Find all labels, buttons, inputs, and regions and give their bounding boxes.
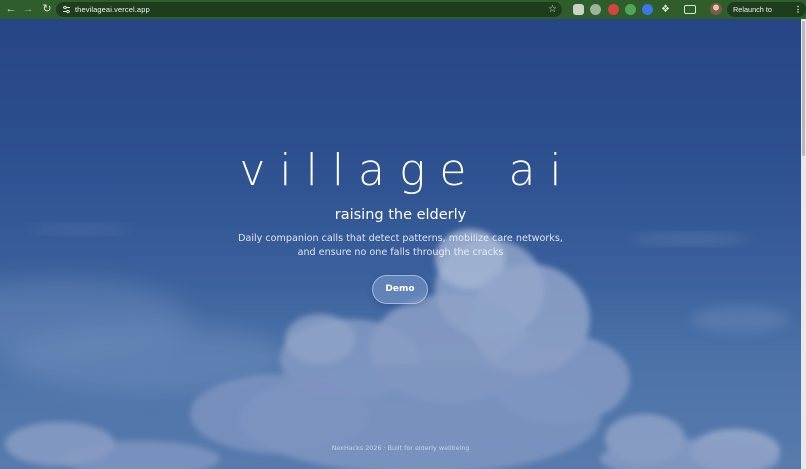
hero-section: village ai raising the elderly Daily com…	[0, 19, 801, 469]
hero-subtitle: raising the elderly	[334, 207, 467, 223]
back-arrow-icon[interactable]: ←	[3, 2, 19, 18]
extension-icon[interactable]	[573, 4, 584, 15]
hero-description-line: Daily companion calls that detect patter…	[238, 233, 563, 244]
reload-icon[interactable]: ↻	[39, 2, 55, 18]
browser-toolbar: ← → ↻ thevilageai.vercel.app ☆ ❖ Relaunc…	[0, 0, 806, 29]
footer-text: NexHacks 2026 · Built for elderly wellbe…	[331, 444, 470, 452]
relaunch-button[interactable]: Relaunch to update ⋮	[727, 2, 806, 29]
site-settings-icon[interactable]	[61, 5, 71, 15]
extension-icon[interactable]	[642, 4, 653, 15]
hero-description: Daily companion calls that detect patter…	[0, 232, 801, 259]
avatar[interactable]	[710, 3, 722, 15]
demo-button[interactable]: Demo	[372, 275, 428, 304]
star-icon[interactable]: ☆	[548, 3, 557, 16]
scrollbar[interactable]	[801, 19, 806, 469]
hero-title: village ai	[239, 145, 576, 196]
address-bar[interactable]: thevilageai.vercel.app ☆	[56, 2, 562, 17]
url-text[interactable]: thevilageai.vercel.app	[75, 5, 150, 14]
extension-icon[interactable]	[608, 4, 619, 15]
hero-description-line: and ensure no one falls through the crac…	[297, 246, 504, 258]
extension-icon[interactable]	[590, 4, 601, 15]
kebab-menu-icon[interactable]: ⋮	[794, 2, 802, 17]
forward-arrow-icon[interactable]: →	[20, 2, 36, 18]
extension-icon[interactable]	[625, 4, 636, 15]
tab-search-icon[interactable]	[684, 5, 696, 14]
puzzle-icon[interactable]: ❖	[660, 4, 671, 15]
scrollbar-thumb[interactable]	[802, 21, 805, 156]
